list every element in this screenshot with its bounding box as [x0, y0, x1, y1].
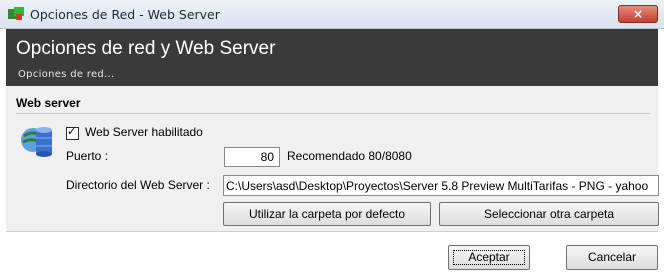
footer-divider — [6, 231, 658, 232]
web-server-enabled-checkbox[interactable]: ✓ — [66, 125, 79, 140]
directory-input[interactable]: C:\Users\asd\Desktop\Proyectos\Server 5.… — [223, 175, 659, 196]
section-divider — [16, 113, 650, 114]
select-other-folder-button[interactable]: Seleccionar otra carpeta — [439, 202, 659, 226]
window-title: Opciones de Red - Web Server — [30, 7, 220, 22]
port-hint: Recomendado 80/8080 — [287, 149, 412, 163]
dialog-header: Opciones de red y Web Server Opciones de… — [6, 29, 658, 86]
app-icon — [8, 7, 24, 20]
web-server-enabled-label: Web Server habilitado — [85, 125, 203, 139]
section-title: Web server — [16, 96, 81, 110]
focus-rectangle — [453, 250, 525, 265]
default-folder-button[interactable]: Utilizar la carpeta por defecto — [223, 202, 431, 226]
close-button[interactable]: × — [618, 5, 658, 23]
title-bar: Opciones de Red - Web Server × — [0, 0, 664, 29]
accept-button[interactable]: Aceptar — [448, 245, 530, 270]
header-subtitle: Opciones de red... — [18, 69, 115, 80]
web-server-panel: Web server ✓ Web Server habilitado Puert… — [6, 86, 659, 231]
port-label: Puerto : — [66, 149, 109, 163]
check-icon: ✓ — [67, 125, 77, 138]
server-database-icon — [21, 127, 52, 157]
directory-label: Directorio del Web Server : — [66, 178, 210, 192]
cancel-button[interactable]: Cancelar — [566, 245, 658, 270]
header-title: Opciones de red y Web Server — [16, 38, 276, 59]
close-icon: × — [632, 7, 644, 21]
port-input[interactable]: 80 — [224, 147, 280, 167]
